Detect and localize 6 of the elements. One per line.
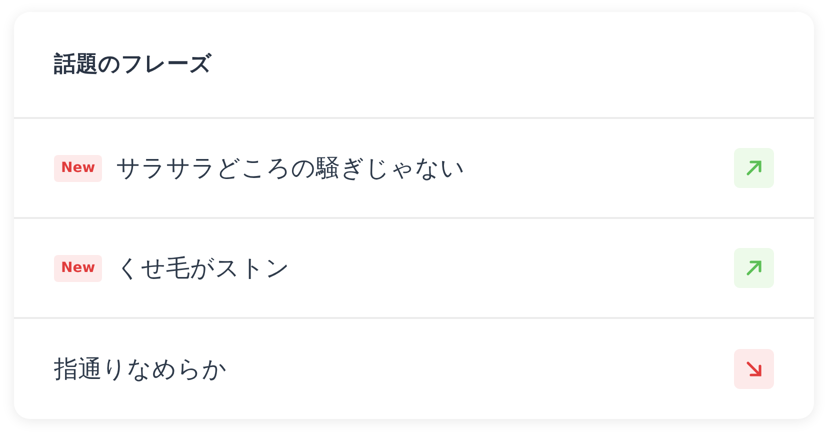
phrase-text: サラサラどころの騒ぎじゃない [116, 153, 466, 184]
phrase-text: 指通りなめらか [54, 354, 227, 385]
new-badge: New [54, 154, 102, 182]
phrase-text: くせ毛がストン [116, 253, 290, 284]
new-badge: New [54, 254, 102, 282]
card-title: 話題のフレーズ [54, 51, 212, 79]
